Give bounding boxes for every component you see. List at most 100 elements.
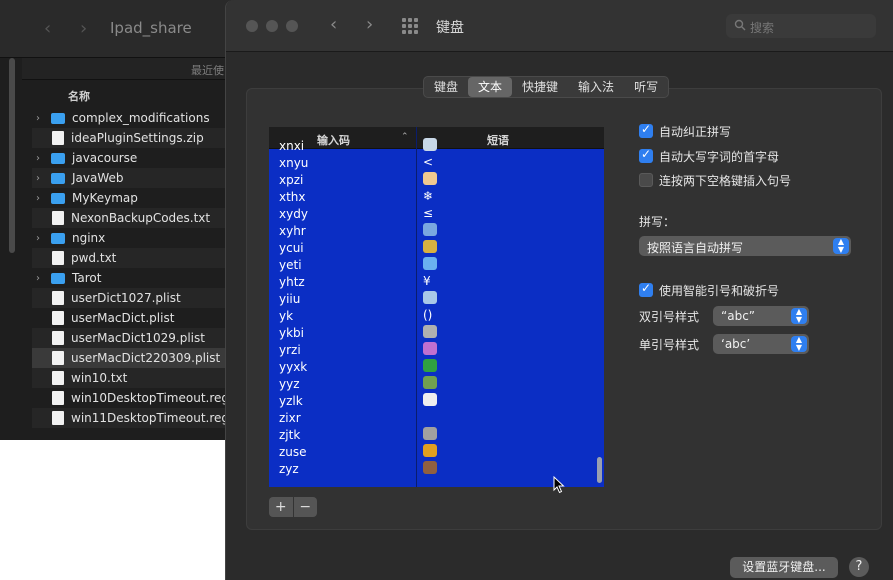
table-row[interactable]: xnyu < (269, 155, 604, 172)
file-name: win10.txt (71, 371, 128, 385)
row-code: xnxi (279, 139, 305, 153)
close-button[interactable] (246, 20, 258, 32)
file-list-item[interactable]: › Tarot (32, 268, 232, 288)
table-row[interactable]: ykbi (269, 325, 604, 342)
file-name: JavaWeb (72, 171, 124, 185)
name-column-header[interactable]: 名称 (22, 84, 240, 106)
file-list-item[interactable]: userDict1027.plist (32, 288, 232, 308)
finder-scrollbar[interactable] (9, 58, 15, 253)
table-row[interactable]: zjtk (269, 427, 604, 444)
file-name: userDict1027.plist (71, 291, 181, 305)
file-list-item[interactable]: userMacDict.plist (32, 308, 232, 328)
file-list-item[interactable]: win10.txt (32, 368, 232, 388)
folder-icon (51, 232, 65, 244)
file-name: javacourse (72, 151, 138, 165)
double-quote-select[interactable]: “abc” ▲ ▼ (713, 306, 809, 326)
file-name: win10DesktopTimeout.reg (71, 391, 230, 405)
table-row[interactable]: yrzi (269, 342, 604, 359)
file-name: userMacDict.plist (71, 311, 175, 325)
file-list-item[interactable]: pwd.txt (32, 248, 232, 268)
back-icon[interactable]: ‹ (44, 18, 51, 39)
table-row[interactable]: xyhr (269, 223, 604, 240)
autocorrect-checkbox[interactable] (639, 122, 653, 138)
folder-icon (51, 112, 65, 124)
file-list-item[interactable]: › JavaWeb (32, 168, 232, 188)
text-replacement-table[interactable]: 输入码 ⌃ 短语 xnxi xnyu < xpzi xthx ❄ xydy ≤ xyhr ycui… (269, 127, 604, 487)
file-list-item[interactable]: win11DesktopTimeout.reg (32, 408, 232, 428)
smart-quotes-checkbox[interactable] (639, 281, 653, 297)
row-phrase (423, 461, 437, 477)
row-code: xthx (279, 190, 306, 204)
forward-icon[interactable]: › (80, 18, 87, 39)
tab-1[interactable]: 文本 (468, 77, 513, 97)
double-quote-label: 双引号样式 (639, 310, 700, 324)
file-name: NexonBackupCodes.txt (71, 211, 211, 225)
tab-0[interactable]: 键盘 (424, 77, 468, 97)
finder-title: Ipad_share (110, 19, 192, 37)
add-button[interactable]: + (269, 497, 293, 517)
table-row[interactable]: xnxi (269, 138, 604, 155)
pause-icon (423, 427, 437, 440)
forward-icon[interactable]: › (366, 14, 373, 35)
file-list-item[interactable]: ideaPluginSettings.zip (32, 128, 232, 148)
back-icon[interactable]: ‹ (330, 14, 337, 35)
tab-3[interactable]: 输入法 (568, 77, 624, 97)
row-phrase (423, 291, 437, 307)
table-row[interactable]: xydy ≤ (269, 206, 604, 223)
table-row[interactable]: yiiu (269, 291, 604, 308)
tab-4[interactable]: 听写 (624, 77, 668, 97)
file-list-item[interactable]: › javacourse (32, 148, 232, 168)
single-quote-select[interactable]: ‘abc’ ▲ ▼ (713, 334, 809, 354)
table-row[interactable]: yhtz ¥ (269, 274, 604, 291)
setup-bluetooth-keyboard-button[interactable]: 设置蓝牙键盘... (730, 557, 838, 578)
help-button[interactable]: ? (849, 557, 869, 577)
file-list-item[interactable]: win10DesktopTimeout.reg (32, 388, 232, 408)
finder-column-bar: 最近使 (22, 58, 240, 80)
table-row[interactable]: yyxk (269, 359, 604, 376)
file-name: userMacDict220309.plist (71, 351, 221, 365)
table-row[interactable]: zuse (269, 444, 604, 461)
tab-2[interactable]: 快捷键 (512, 77, 568, 97)
branch-icon (423, 376, 437, 389)
file-list-item[interactable]: › nginx (32, 228, 232, 248)
table-row[interactable]: yeti (269, 257, 604, 274)
recent-column-header[interactable]: 最近使 (191, 62, 224, 78)
file-list-item[interactable]: userMacDict1029.plist (32, 328, 232, 348)
row-code: xnyu (279, 156, 309, 170)
table-row[interactable]: ycui (269, 240, 604, 257)
table-scrollbar[interactable] (597, 457, 602, 483)
row-code: yyz (279, 377, 300, 391)
table-row[interactable]: yyz (269, 376, 604, 393)
row-code: ycui (279, 241, 304, 255)
disclosure-triangle-icon[interactable]: › (36, 173, 46, 184)
disclosure-triangle-icon[interactable]: › (36, 233, 46, 244)
cycle-icon (423, 223, 437, 236)
minimize-button[interactable] (266, 20, 278, 32)
file-list-item[interactable]: NexonBackupCodes.txt (32, 208, 232, 228)
file-list-item[interactable]: › MyKeymap (32, 188, 232, 208)
table-row[interactable]: yk () (269, 308, 604, 325)
table-row[interactable]: xpzi (269, 172, 604, 189)
remove-button[interactable]: − (294, 497, 318, 517)
zoom-button[interactable] (286, 20, 298, 32)
disclosure-triangle-icon[interactable]: › (36, 193, 46, 204)
double-space-period-checkbox[interactable] (639, 173, 653, 187)
file-list-item[interactable]: › complex_modifications (32, 108, 232, 128)
file-list-item[interactable]: userMacDict220309.plist (32, 348, 232, 368)
folder-icon (51, 172, 65, 184)
disclosure-triangle-icon[interactable]: › (36, 273, 46, 284)
row-phrase (423, 138, 437, 154)
disclosure-triangle-icon[interactable]: › (36, 153, 46, 164)
row-code: zuse (279, 445, 307, 459)
search-field[interactable]: 搜索 (726, 14, 876, 38)
table-row[interactable]: yzlk (269, 393, 604, 410)
row-phrase (423, 342, 437, 358)
autocap-checkbox[interactable] (639, 147, 653, 163)
table-row[interactable]: zixr (269, 410, 604, 427)
show-all-grid-icon[interactable] (402, 18, 420, 34)
spelling-select[interactable]: 按照语言自动拼写 ▲ ▼ (639, 236, 851, 256)
row-phrase (423, 376, 437, 392)
row-phrase: ❄ (423, 189, 434, 203)
table-row[interactable]: xthx ❄ (269, 189, 604, 206)
disclosure-triangle-icon[interactable]: › (36, 113, 46, 124)
